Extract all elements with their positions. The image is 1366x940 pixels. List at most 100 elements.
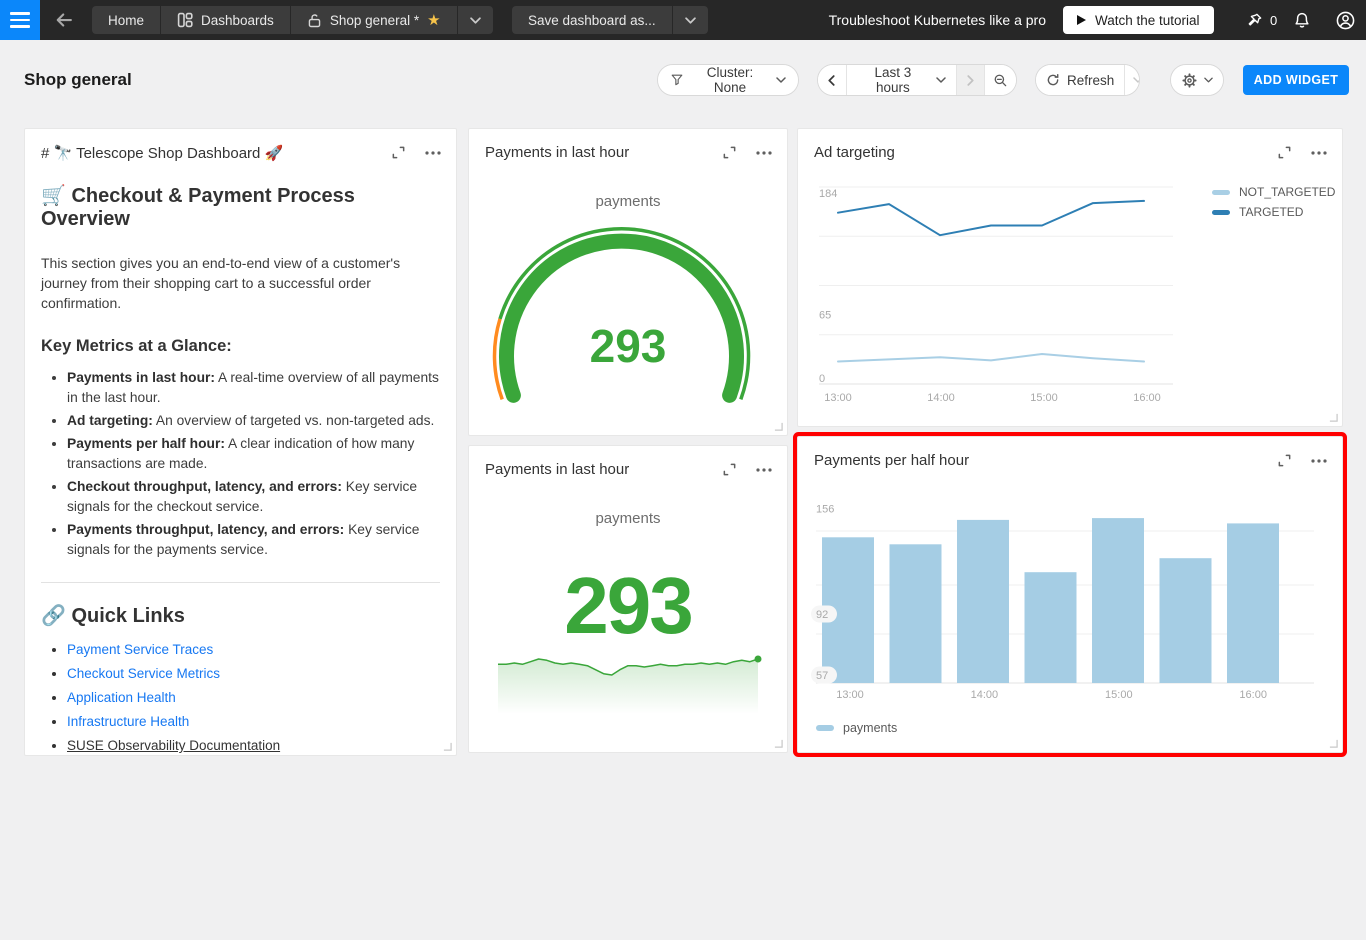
cluster-filter-control: Cluster: None [657,64,799,96]
refresh-button[interactable]: Refresh [1036,65,1124,95]
list-item: Payments in last hour: A real-time overv… [67,368,440,408]
unlock-icon [307,13,322,28]
back-arrow-icon [54,10,78,30]
divider [41,582,440,583]
resize-handle-icon[interactable] [1329,739,1338,748]
svg-text:15:00: 15:00 [1030,392,1058,404]
time-forward-button[interactable] [956,65,984,95]
chevron-down-icon [685,17,696,24]
checkout-overview-heading: 🛒 Checkout & Payment Process Overview [41,183,440,231]
resize-handle-icon[interactable] [774,739,783,748]
page-title: Shop general [24,70,132,90]
svg-text:14:00: 14:00 [971,689,999,701]
favorite-star-icon[interactable]: ★ [427,13,440,28]
watch-tutorial-button[interactable]: Watch the tutorial [1063,6,1214,34]
payments-sparkline-chart [469,646,789,731]
svg-text:57: 57 [816,670,828,682]
play-icon [1077,15,1086,25]
widget-title: Payments per half hour [814,452,969,469]
tab-home-label: Home [108,13,144,28]
list-item: Ad targeting: An overview of targeted vs… [67,411,440,431]
resize-handle-icon[interactable] [1329,413,1338,422]
list-item: Infrastructure Health [67,714,440,729]
svg-text:14:00: 14:00 [927,392,955,404]
save-dashboard-chevron-button[interactable] [673,6,708,34]
list-item: Payments per half hour: A clear indicati… [67,434,440,474]
chevron-right-icon [967,75,974,86]
back-button[interactable] [54,8,78,32]
widget-header: Ad targeting [798,129,1342,177]
save-dashboard-button[interactable]: Save dashboard as... [512,6,672,34]
dashboards-icon [177,12,193,28]
ad-targeting-widget: Ad targeting 06518413:0014:0015:0016:00 … [797,128,1343,427]
expand-widget-icon[interactable] [722,462,737,477]
key-metrics-heading: Key Metrics at a Glance: [41,337,440,356]
legend-item-targeted[interactable]: TARGETED [1212,205,1335,219]
tab-home[interactable]: Home [92,6,160,34]
widget-header: # 🔭 Telescope Shop Dashboard 🚀 [25,129,456,177]
svg-text:156: 156 [816,503,834,515]
chevron-down-icon [1204,77,1213,83]
list-item: Checkout Service Metrics [67,666,440,681]
pinned-items-button[interactable]: 0 [1240,0,1283,40]
list-item: Payment Service Traces [67,642,440,657]
tab-dashboards-label: Dashboards [201,13,274,28]
tab-shop-general[interactable]: Shop general * ★ [291,6,457,34]
ad-targeting-legend: NOT_TARGETED TARGETED [1212,185,1335,219]
refresh-control: Refresh [1035,64,1140,96]
user-avatar-button[interactable] [1336,0,1355,40]
tab-dashboards[interactable]: Dashboards [161,6,290,34]
widget-title: Ad targeting [814,144,895,161]
payments-bar-chart: 579215613:0014:0015:0016:00 [798,497,1344,712]
widget-header: Payments in last hour [469,446,787,494]
settings-gear-button[interactable] [1171,65,1223,95]
tab-options-chevron-button[interactable] [458,6,493,34]
legend-item-payments[interactable]: payments [816,721,897,735]
time-back-button[interactable] [818,65,846,95]
targeted-swatch [1212,210,1230,215]
expand-widget-icon[interactable] [722,145,737,160]
add-widget-button[interactable]: ADD WIDGET [1243,65,1349,95]
widget-menu-ellipsis-icon[interactable] [1310,453,1328,469]
expand-widget-icon[interactable] [1277,145,1292,160]
link-infrastructure-health[interactable]: Infrastructure Health [67,714,189,729]
cluster-filter-button[interactable]: Cluster: None [658,65,798,95]
svg-text:65: 65 [819,309,831,321]
save-dashboard-label: Save dashboard as... [528,13,656,28]
hamburger-icon [10,12,30,15]
gauge-series-label: payments [469,193,787,210]
chevron-down-icon [936,77,946,83]
chevron-down-icon [470,17,481,24]
list-item: SUSE Observability Documentation [67,738,440,753]
list-item: Application Health [67,690,440,705]
resize-handle-icon[interactable] [774,422,783,431]
widget-menu-ellipsis-icon[interactable] [424,145,442,161]
svg-text:0: 0 [819,373,825,385]
markdown-content: 🛒 Checkout & Payment Process Overview Th… [41,177,440,762]
payments-swatch [816,725,834,731]
resize-handle-icon[interactable] [443,742,452,751]
list-item: Payments throughput, latency, and errors… [67,520,440,560]
time-zoom-out-button[interactable] [984,65,1016,95]
widget-menu-ellipsis-icon[interactable] [1310,145,1328,161]
tab-shop-general-label: Shop general * [330,13,419,28]
refresh-options-chevron-button[interactable] [1124,65,1140,95]
link-application-health[interactable]: Application Health [67,690,176,705]
expand-widget-icon[interactable] [391,145,406,160]
app-root: Home Dashboards Shop general * ★ [0,0,1366,940]
legend-item-not-targeted[interactable]: NOT_TARGETED [1212,185,1335,199]
link-checkout-service-metrics[interactable]: Checkout Service Metrics [67,666,220,681]
big-number-value: 293 [469,554,787,658]
svg-text:13:00: 13:00 [824,392,852,404]
expand-widget-icon[interactable] [1277,453,1292,468]
hamburger-menu-button[interactable] [0,0,40,40]
time-range-button[interactable]: Last 3 hours [846,65,956,95]
link-payment-service-traces[interactable]: Payment Service Traces [67,642,213,657]
widget-menu-ellipsis-icon[interactable] [755,462,773,478]
svg-text:13:00: 13:00 [836,689,864,701]
notifications-button[interactable] [1293,0,1311,40]
link-suse-observability-docs[interactable]: SUSE Observability Documentation [67,738,280,753]
top-nav: Home Dashboards Shop general * ★ [0,0,1366,40]
list-item: Checkout throughput, latency, and errors… [67,477,440,517]
widget-menu-ellipsis-icon[interactable] [755,145,773,161]
